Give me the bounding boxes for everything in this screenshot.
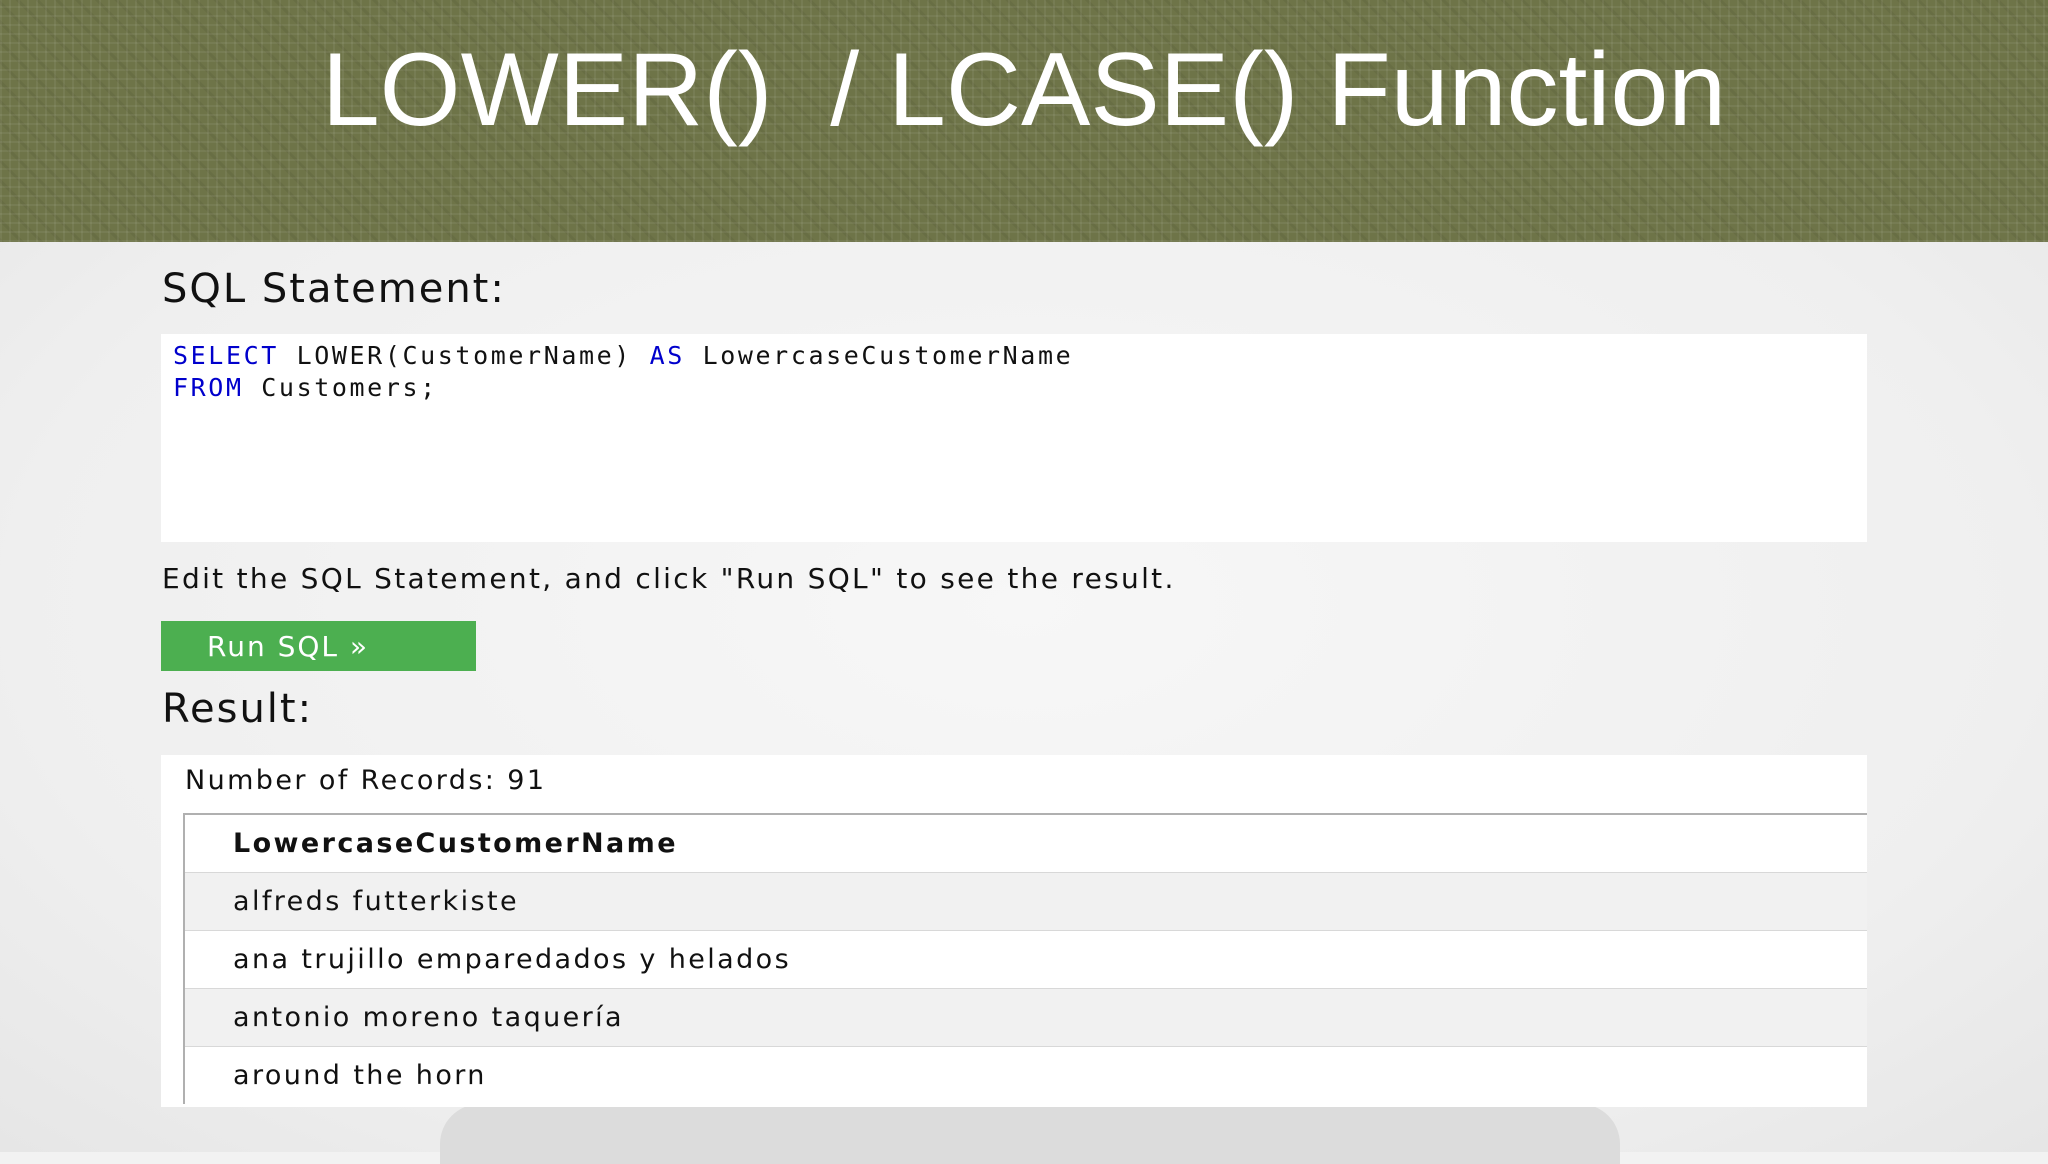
sql-keyword-from: FROM [173,373,244,402]
table-row: ana trujillo emparedados y helados [184,929,1867,988]
table-cell: around the horn [184,1045,1867,1104]
table-row: alfreds futterkiste [184,871,1867,930]
slide-title: LOWER() / LCASE() Function [321,32,1727,148]
sql-keyword-select: SELECT [173,341,279,370]
background-book-decoration [440,1104,1620,1164]
slide-title-bar: LOWER() / LCASE() Function [0,0,2048,242]
result-panel: Number of Records: 91 LowercaseCustomerN… [161,755,1867,1107]
column-header: LowercaseCustomerName [184,813,1867,872]
run-sql-button[interactable]: Run SQL » [161,621,476,671]
sql-code-editor[interactable]: SELECT LOWER(CustomerName) AS LowercaseC… [161,334,1867,542]
table-row: antonio moreno taquería [184,987,1867,1046]
table-cell: alfreds futterkiste [184,871,1867,930]
record-count: Number of Records: 91 [185,765,547,796]
sql-code-text: LOWER(CustomerName) [278,341,650,370]
instruction-text: Edit the SQL Statement, and click "Run S… [162,562,1176,595]
result-table: LowercaseCustomerName alfreds futterkist… [183,813,1867,1104]
sql-statement-heading: SQL Statement: [162,266,506,312]
sql-code-text: LowercaseCustomerName [684,341,1074,370]
code-line-1: SELECT LOWER(CustomerName) AS LowercaseC… [173,341,1073,370]
code-line-2: FROM Customers; [173,373,438,402]
table-header-row: LowercaseCustomerName [184,813,1867,872]
sql-keyword-as: AS [649,341,685,370]
result-heading: Result: [162,686,314,732]
table-cell: ana trujillo emparedados y helados [184,929,1867,988]
table-row: around the horn [184,1045,1867,1104]
table-cell: antonio moreno taquería [184,987,1867,1046]
sql-code-text: Customers; [243,373,438,402]
